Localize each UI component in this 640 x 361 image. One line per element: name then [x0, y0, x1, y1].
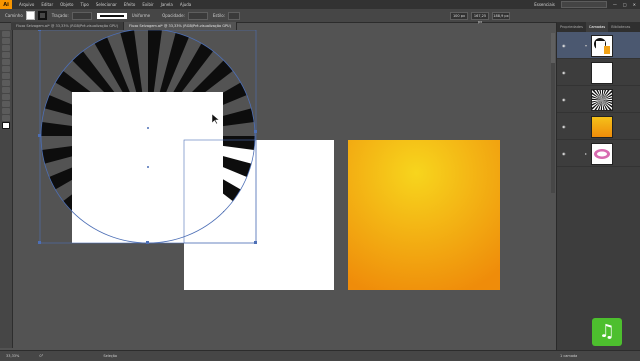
layer-thumbnail [588, 86, 616, 114]
fill-swatch[interactable] [25, 11, 35, 20]
menu-janela[interactable]: Janela [161, 2, 173, 7]
menubar-right: Essenciais — □ ✕ [534, 0, 636, 9]
zoom-icon[interactable] [2, 115, 10, 121]
handle-bottom-right[interactable] [254, 241, 257, 244]
select-icon[interactable] [2, 31, 10, 37]
stroke-weight-dropdown[interactable] [71, 11, 92, 20]
handle-bottom-mid[interactable] [146, 241, 149, 244]
opacity-field[interactable] [187, 11, 208, 20]
canvas[interactable] [12, 30, 552, 350]
menu-exibir[interactable]: Exibir [142, 2, 153, 7]
layer-thumbnail [591, 116, 613, 138]
menu-tipo[interactable]: Tipo [80, 2, 88, 7]
rotation-value[interactable]: 0° [39, 354, 43, 358]
tab-document-2[interactable]: Fluxo Selvagem.ai* @ 33,33% (RGB/Pré-vis… [124, 22, 237, 30]
style-dropdown[interactable] [228, 11, 241, 20]
menu-efeito[interactable]: Efeito [124, 2, 136, 7]
chevron-down-icon[interactable]: ▾ [585, 43, 587, 48]
menu-selecionar[interactable]: Selecionar [96, 2, 117, 7]
x-field[interactable]: 167,25 px [471, 11, 489, 24]
layer-thumbnail [591, 62, 613, 84]
sunburst-ray [588, 100, 602, 104]
layer-thumbnail [591, 143, 613, 165]
height-field[interactable]: 188,9 px [492, 11, 510, 20]
pen-icon[interactable] [2, 45, 10, 51]
uniform-label[interactable]: Uniforme [132, 13, 150, 18]
minimize-icon[interactable]: — [613, 2, 617, 7]
object-type-label: Caminho [5, 13, 23, 18]
app-logo: Ai [0, 0, 12, 9]
layer-row[interactable]: ◉ ▸ [557, 140, 640, 167]
close-icon[interactable]: ✕ [633, 2, 636, 7]
layer-row[interactable]: ◉ ▾ [557, 32, 640, 59]
handle-bottom-left[interactable] [38, 241, 41, 244]
hand-icon[interactable] [2, 108, 10, 114]
eraser-icon[interactable] [2, 73, 10, 79]
handle-mid-right[interactable] [254, 130, 257, 133]
control-bar: Caminho Traçado: Uniforme Opacidade: Est… [0, 9, 640, 24]
sunburst-ray [602, 100, 606, 114]
fill-stroke-icon[interactable] [2, 122, 10, 129]
variable-width-profile[interactable] [96, 12, 127, 19]
maximize-icon[interactable]: □ [623, 2, 627, 7]
menu-ajuda[interactable]: Ajuda [180, 2, 191, 7]
menu-arquivo[interactable]: Arquivo [19, 2, 34, 7]
chevron-right-icon[interactable]: ▸ [585, 151, 587, 156]
eye-icon[interactable]: ◉ [562, 43, 566, 48]
zoom-level[interactable]: 33,33% [6, 354, 19, 358]
vertical-scrollbar[interactable] [551, 33, 555, 193]
opacity-label[interactable]: Opacidade: [162, 13, 185, 18]
tab-camadas[interactable]: Camadas [585, 22, 609, 32]
gradient-icon[interactable] [2, 94, 10, 100]
eye-icon[interactable]: ◉ [562, 124, 566, 129]
tab-document-1[interactable]: Fluxo Selvagem.ai* @ 33,33% (RGB/Pré-vis… [11, 22, 124, 30]
orange-gradient-square[interactable] [348, 140, 500, 290]
eye-icon[interactable]: ◉ [562, 70, 566, 75]
rotate-icon[interactable] [2, 80, 10, 86]
workspace-switcher[interactable]: Essenciais [534, 2, 555, 7]
layer-row[interactable]: ◉ [557, 59, 640, 86]
sunburst-ray [598, 86, 602, 100]
rectangle-icon[interactable] [2, 59, 10, 65]
center-point [147, 127, 149, 129]
brush-icon[interactable] [2, 66, 10, 72]
tool-mode: Seleção [103, 354, 118, 358]
handle-top-left[interactable] [38, 30, 41, 31]
stroke-swatch[interactable] [37, 11, 47, 20]
search-stock-field[interactable] [560, 1, 607, 8]
menu-objeto[interactable]: Objeto [60, 2, 73, 7]
panel-tabs: Propriedades Camadas Bibliotecas [557, 22, 640, 32]
menu-bar: Ai Arquivo Editar Objeto Tipo Selecionar… [0, 0, 640, 9]
eyedropper-icon[interactable] [2, 101, 10, 107]
status-bar: 33,33% 0° Seleção 1 camada [0, 350, 640, 361]
layer-row[interactable]: ◉ [557, 86, 640, 114]
scroll-thumb[interactable] [551, 33, 555, 63]
sunburst-ray [602, 96, 616, 100]
brand-logo: ♫ [592, 318, 622, 346]
width-field[interactable]: 100 px [450, 11, 468, 20]
eye-icon[interactable]: ◉ [562, 151, 566, 156]
layer-row[interactable]: ◉ [557, 113, 640, 140]
layer-count: 1 camada [560, 354, 578, 358]
menu-editar[interactable]: Editar [41, 2, 53, 7]
center-point-2 [147, 166, 149, 168]
eye-icon[interactable]: ◉ [562, 97, 566, 102]
type-icon[interactable] [2, 52, 10, 58]
scale-icon[interactable] [2, 87, 10, 93]
layers-panel: Propriedades Camadas Bibliotecas ◉ ▾ ◉ ◉… [556, 22, 640, 354]
tab-propriedades[interactable]: Propriedades [557, 22, 586, 32]
layer-thumbnail [591, 35, 613, 57]
stroke-label: Traçado: [51, 13, 69, 18]
handle-mid-left[interactable] [38, 134, 41, 137]
direct-select-icon[interactable] [2, 38, 10, 44]
style-label[interactable]: Estilo: [213, 13, 225, 18]
tab-bibliotecas[interactable]: Bibliotecas [608, 22, 633, 32]
